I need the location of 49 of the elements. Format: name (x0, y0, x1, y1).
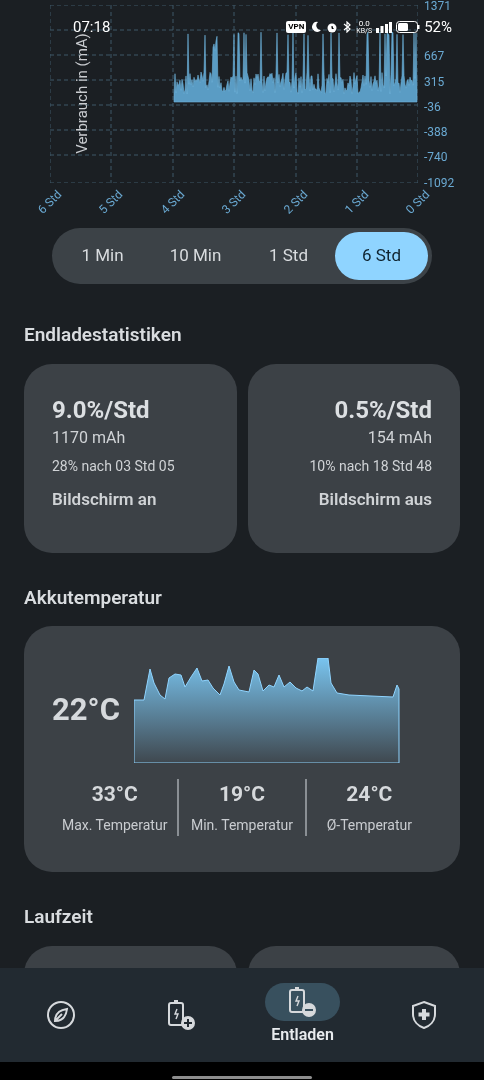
signal-icon (376, 21, 393, 33)
y-tick-label: -388 (424, 126, 448, 138)
battery-percent: 52% (424, 17, 452, 38)
temperature-label: Min. Temperatur (190, 815, 293, 835)
x-tick-label: 0 Std (403, 188, 432, 216)
temperature-label: Max. Temperatur (61, 815, 168, 835)
section-heading: Endladestatistiken (24, 322, 183, 348)
battery-icon (396, 21, 421, 34)
section-heading: Akkutemperatur (24, 584, 163, 611)
y-tick-label: -1092 (424, 177, 455, 189)
discharge-capacity: 154 mAh (367, 426, 432, 449)
leaf-icon (45, 1000, 76, 1030)
battery-minus-icon (286, 985, 319, 1019)
screen-state-label: Bildschirm an (52, 487, 157, 511)
y-tick-label: 1371 (424, 0, 451, 12)
x-tick-label: 1 Std (342, 188, 371, 216)
range-tab[interactable]: 10 Min (149, 232, 242, 280)
y-tick-label: 667 (424, 50, 445, 62)
range-tab[interactable]: 6 Std (335, 232, 428, 280)
network-speed: 0.0 (358, 19, 370, 28)
x-tick-label: 2 Std (281, 188, 310, 216)
discharge-estimate: 28% nach 03 Std 05 (52, 456, 175, 476)
bluetooth-icon (342, 21, 353, 34)
current-temperature: 22°C (52, 690, 121, 731)
y-tick-label: -36 (424, 101, 441, 113)
x-tick-label: 4 Std (158, 188, 187, 216)
x-tick-label: 6 Std (35, 188, 64, 216)
temperature-value: 19°C (218, 781, 265, 808)
vpn-badge: VPN (286, 21, 307, 34)
moon-icon (310, 21, 323, 34)
range-tab[interactable]: 1 Min (56, 232, 149, 280)
temperature-value: 24°C (346, 781, 393, 808)
x-tick-label: 3 Std (219, 188, 248, 216)
range-tab[interactable]: 1 Std (242, 232, 335, 280)
section-heading: Laufzeit (24, 904, 94, 930)
y-axis-label: Verbrauch in (mA) (74, 33, 90, 154)
alarm-icon (326, 21, 339, 34)
discharge-rate: 9.0%/Std (52, 395, 150, 424)
screen-state-label: Bildschirm aus (318, 487, 432, 511)
temperature-label: Ø-Temperatur (326, 815, 412, 835)
y-tick-label: -740 (424, 151, 448, 163)
battery-plus-icon (165, 998, 198, 1032)
shield-plus-icon (409, 1000, 438, 1030)
discharge-rate: 0.5%/Std (334, 395, 432, 424)
y-tick-label: 315 (424, 76, 445, 88)
x-tick-label: 5 Std (96, 188, 125, 216)
discharge-estimate: 10% nach 18 Std 48 (309, 456, 432, 476)
temperature-value: 33°C (91, 781, 138, 808)
discharge-capacity: 1170 mAh (52, 426, 126, 449)
